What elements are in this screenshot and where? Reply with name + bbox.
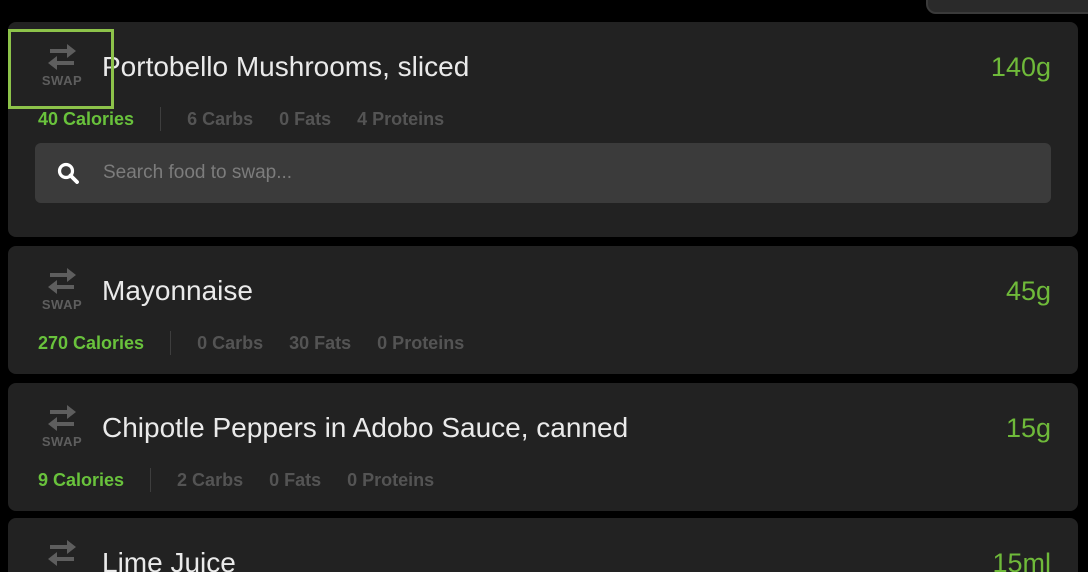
- fats: 0 Fats: [269, 469, 322, 490]
- food-amount[interactable]: 15g: [1006, 413, 1051, 444]
- search-input[interactable]: [101, 142, 1051, 204]
- calories: 9 Calories: [38, 469, 125, 490]
- divider: [150, 468, 152, 492]
- food-amount[interactable]: 140g: [991, 52, 1051, 83]
- food-card: SWAP Portobello Mushrooms, sliced 140g 4…: [8, 22, 1078, 237]
- food-name: Portobello Mushrooms, sliced: [102, 51, 470, 82]
- carbs: 2 Carbs: [177, 469, 244, 490]
- food-amount[interactable]: 45g: [1006, 276, 1051, 307]
- swap-button[interactable]: SWAP: [38, 403, 86, 455]
- fats: 30 Fats: [289, 332, 352, 353]
- food-card: SWAP Mayonnaise 45g 270 Calories 0 Carbs…: [8, 246, 1078, 374]
- divider: [170, 331, 172, 355]
- food-amount[interactable]: 15ml: [992, 548, 1051, 572]
- food-name: Mayonnaise: [102, 275, 253, 306]
- carbs: 0 Carbs: [197, 332, 264, 353]
- swap-arrows-icon: [48, 540, 76, 566]
- carbs: 6 Carbs: [187, 108, 254, 129]
- food-name: Chipotle Peppers in Adobo Sauce, canned: [102, 412, 629, 443]
- calories: 40 Calories: [38, 108, 135, 129]
- top-button[interactable]: [926, 0, 1088, 14]
- food-swap-screen: SWAP Portobello Mushrooms, sliced 140g 4…: [0, 0, 1088, 572]
- food-card: SWAP Lime Juice 15ml: [8, 518, 1078, 572]
- swap-arrows-icon: [48, 405, 76, 431]
- macro-row: 270 Calories 0 Carbs 30 Fats 0 Proteins: [38, 331, 490, 355]
- calories: 270 Calories: [38, 332, 145, 353]
- swap-arrows-icon: [48, 44, 76, 70]
- proteins: 4 Proteins: [357, 108, 445, 129]
- swap-arrows-icon: [48, 268, 76, 294]
- search-box: [35, 142, 1051, 204]
- divider: [160, 107, 162, 131]
- food-card: SWAP Chipotle Peppers in Adobo Sauce, ca…: [8, 383, 1078, 511]
- fats: 0 Fats: [279, 108, 332, 129]
- macro-row: 40 Calories 6 Carbs 0 Fats 4 Proteins: [38, 107, 470, 131]
- swap-button[interactable]: SWAP: [38, 538, 86, 572]
- swap-label: SWAP: [41, 434, 83, 449]
- swap-button[interactable]: SWAP: [38, 42, 86, 94]
- proteins: 0 Proteins: [377, 332, 465, 353]
- swap-button[interactable]: SWAP: [38, 266, 86, 318]
- swap-label: SWAP: [41, 73, 83, 88]
- macro-row: 9 Calories 2 Carbs 0 Fats 0 Proteins: [38, 468, 460, 492]
- food-name: Lime Juice: [102, 547, 236, 572]
- proteins: 0 Proteins: [347, 469, 435, 490]
- search-icon: [57, 162, 79, 184]
- swap-label: SWAP: [41, 297, 83, 312]
